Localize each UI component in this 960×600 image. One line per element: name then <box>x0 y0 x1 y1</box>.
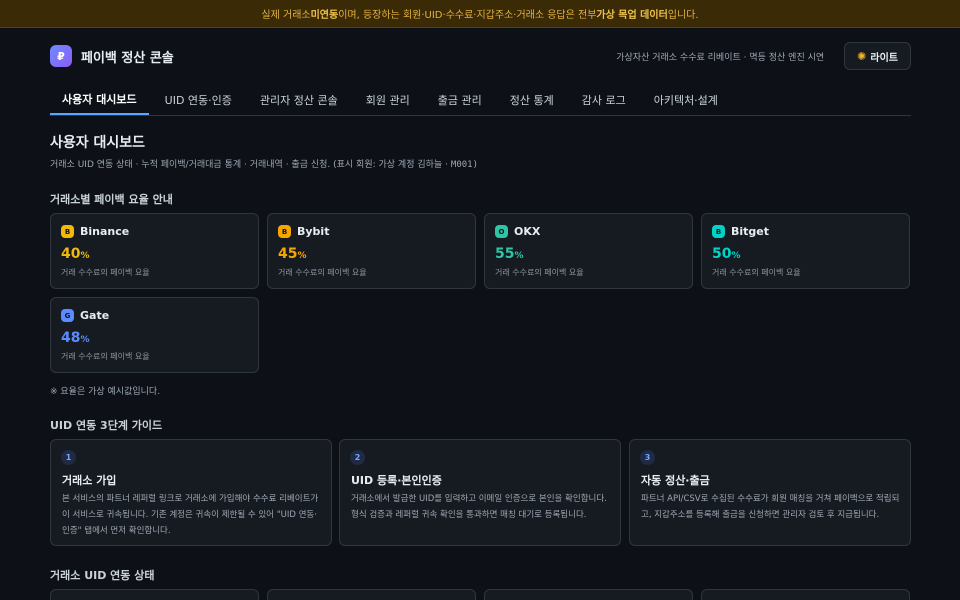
exchange-rate-desc: 거래 수수료의 페이백 요율 <box>61 352 150 361</box>
exchange-card-okx: O OKX 55% 거래 수수료의 페이백 요율 <box>484 213 693 289</box>
exchange-rate: 45 <box>278 246 298 262</box>
exchange-rate-unit: % <box>514 251 524 261</box>
rates-section-title: 거래소별 페이백 요율 안내 <box>50 193 173 206</box>
banner-suffix: 입니다. <box>667 10 699 21</box>
uid-status-card <box>50 589 259 600</box>
theme-toggle-button[interactable]: ✺ 라이트 <box>844 42 911 70</box>
guide-step-2: 2 UID 등록·본인인증 거래소에서 발급한 UID를 입력하고 이메일 인증… <box>339 439 621 546</box>
exchange-name: OKX <box>514 225 541 238</box>
exchange-badge-icon: G <box>61 309 74 322</box>
tab-audit-log[interactable]: 감사 로그 <box>570 84 638 115</box>
exchange-rate-unit: % <box>80 335 90 345</box>
exchange-card-bybit: B Bybit 45% 거래 수수료의 페이백 요율 <box>267 213 476 289</box>
exchange-name: Bitget <box>731 225 770 238</box>
banner-middle: 이며, 등장하는 회원·UID·수수료·지갑주소·거래소 응답은 전부 <box>338 10 597 21</box>
step-number-badge: 1 <box>61 450 76 465</box>
guide-section-title: UID 연동 3단계 가이드 <box>50 419 163 432</box>
exchange-rate-desc: 거래 수수료의 페이백 요율 <box>61 268 150 277</box>
exchange-badge-icon: O <box>495 225 508 238</box>
banner-highlight-mock: 가상 목업 데이터 <box>596 10 668 21</box>
exchange-rate-desc: 거래 수수료의 페이백 요율 <box>278 268 367 277</box>
exchange-badge-icon: B <box>278 225 291 238</box>
exchange-name: Bybit <box>297 225 330 238</box>
step-body: 본 서비스의 파트너 레퍼럴 링크로 거래소에 가입해야 수수료 리베이트가 이… <box>62 494 319 536</box>
app-tagline: 가상자산 거래소 수수료 리베이트 · 멱등 정산 엔진 시연 <box>616 52 825 63</box>
step-title: UID 등록·본인인증 <box>351 474 442 487</box>
exchange-rate: 50 <box>712 246 732 262</box>
theme-toggle-label: 라이트 <box>870 52 898 64</box>
tab-settlement-stats[interactable]: 정산 통계 <box>498 84 566 115</box>
tab-admin-settlement[interactable]: 관리자 정산 콘솔 <box>248 84 350 115</box>
exchange-rate-unit: % <box>297 251 307 261</box>
tab-members[interactable]: 회원 관리 <box>354 84 422 115</box>
step-title: 거래소 가입 <box>62 474 117 487</box>
exchange-badge-icon: B <box>712 225 725 238</box>
exchange-rate: 40 <box>61 246 81 262</box>
step-number-badge: 2 <box>350 450 365 465</box>
app-title: 페이백 정산 콘솔 <box>81 50 174 66</box>
banner-prefix: 실제 거래소 <box>261 10 311 21</box>
step-title: 자동 정산·출금 <box>641 474 710 487</box>
step-body: 파트너 API/CSV로 수집된 수수료가 회원 매칭을 거쳐 페이백으로 적립… <box>641 494 900 520</box>
rates-note: ※ 요율은 가상 예시값입니다. <box>50 387 161 397</box>
exchange-rate: 48 <box>61 330 81 346</box>
exchange-rate-desc: 거래 수수료의 페이백 요율 <box>495 268 584 277</box>
exchange-rate: 55 <box>495 246 515 262</box>
sun-icon: ✺ <box>857 49 867 63</box>
exchange-badge-icon: B <box>61 225 74 238</box>
exchange-card-bitget: B Bitget 50% 거래 수수료의 페이백 요율 <box>701 213 910 289</box>
exchange-rate-unit: % <box>80 251 90 261</box>
header-right: 가상자산 거래소 수수료 리베이트 · 멱등 정산 엔진 시연 ✺ 라이트 <box>616 42 911 70</box>
tab-uid-link[interactable]: UID 연동·인증 <box>153 84 244 115</box>
app-logo: ₽ <box>50 45 72 67</box>
page-subtitle-text: 거래소 UID 연동 상태 · 누적 페이백/거래대금 통계 · 거래내역 · … <box>50 160 448 170</box>
step-number-badge: 3 <box>640 450 655 465</box>
exchange-card-gate: G Gate 48% 거래 수수료의 페이백 요율 <box>50 297 259 373</box>
uid-status-card <box>484 589 693 600</box>
exchange-name: Binance <box>80 225 130 238</box>
step-body: 거래소에서 발급한 UID를 입력하고 이메일 인증으로 본인을 확인합니다. … <box>351 494 607 520</box>
main-tabs: 사용자 대시보드 UID 연동·인증 관리자 정산 콘솔 회원 관리 출금 관리… <box>50 84 911 116</box>
exchange-rate-unit: % <box>731 251 741 261</box>
tab-architecture[interactable]: 아키텍처·설계 <box>642 84 730 115</box>
member-id: M001) <box>450 160 479 170</box>
page-title: 사용자 대시보드 <box>50 135 146 151</box>
guide-step-3: 3 자동 정산·출금 파트너 API/CSV로 수집된 수수료가 회원 매칭을 … <box>629 439 911 546</box>
exchange-rate-desc: 거래 수수료의 페이백 요율 <box>712 268 801 277</box>
uid-status-section-title: 거래소 UID 연동 상태 <box>50 569 155 582</box>
banner-highlight-unlinked: 미연동 <box>310 10 339 21</box>
mock-data-banner: 실제 거래소 미연동 이며, 등장하는 회원·UID·수수료·지갑주소·거래소 응… <box>0 0 960 28</box>
uid-status-card <box>267 589 476 600</box>
tab-user-dashboard[interactable]: 사용자 대시보드 <box>50 84 149 115</box>
app-header: ₽ 페이백 정산 콘솔 가상자산 거래소 수수료 리베이트 · 멱등 정산 엔진… <box>50 42 911 70</box>
exchange-name: Gate <box>80 309 110 322</box>
exchange-card-binance: B Binance 40% 거래 수수료의 페이백 요율 <box>50 213 259 289</box>
page-subtitle: 거래소 UID 연동 상태 · 누적 페이백/거래대금 통계 · 거래내역 · … <box>50 157 478 170</box>
uid-status-card <box>701 589 910 600</box>
tab-withdrawals[interactable]: 출금 관리 <box>426 84 494 115</box>
guide-step-1: 1 거래소 가입 본 서비스의 파트너 레퍼럴 링크로 거래소에 가입해야 수수… <box>50 439 332 546</box>
